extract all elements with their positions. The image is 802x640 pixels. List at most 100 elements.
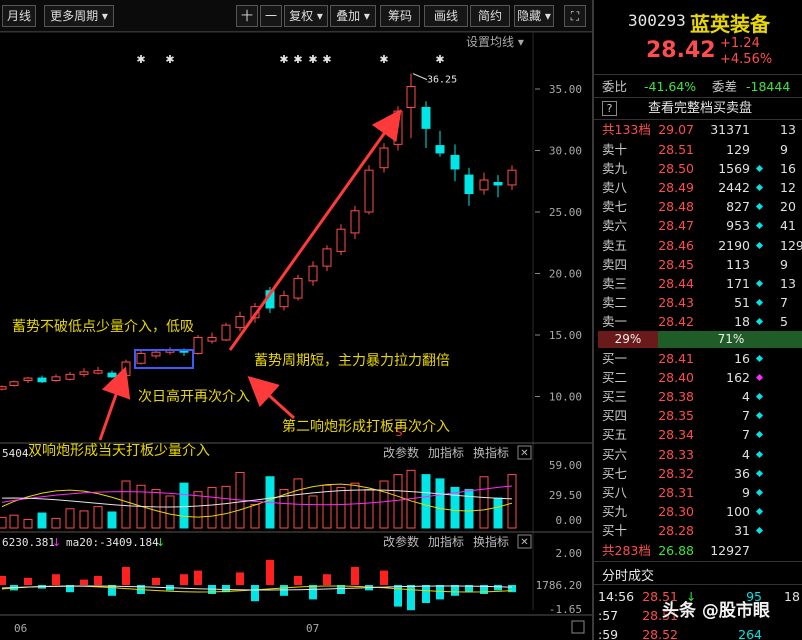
y-tick-label: 10.00 [549, 391, 582, 404]
candle-body [379, 147, 389, 169]
bid-row[interactable]: 买八 28.31 9 [594, 483, 802, 502]
ma-setting-label[interactable]: 设置均线 ▾ [466, 35, 524, 49]
bid-row[interactable]: 买四 28.35 7 [594, 406, 802, 425]
bid-row[interactable]: 买七 28.32 36 [594, 464, 802, 483]
ask-row[interactable]: 卖八 28.49 2442 12 [594, 178, 802, 197]
vol-pane-button[interactable]: 改参数 [383, 445, 419, 460]
bid-volume: 9 [742, 484, 750, 500]
toolbar-button-1[interactable]: 更多周期 ▾ [44, 5, 114, 27]
ask-row[interactable]: 卖十 28.51 129 9 [594, 140, 802, 159]
bid-row[interactable]: 买六 28.33 4 [594, 445, 802, 464]
signal-mark: ✱ [165, 53, 174, 66]
macd-down-arrow: ↓ [52, 536, 61, 549]
bid-row[interactable]: 买五 28.34 7 [594, 425, 802, 444]
toolbar-button-2[interactable]: 十 [236, 5, 258, 27]
macd-bar [309, 585, 317, 600]
ask-volume: 18 [734, 313, 750, 329]
bid-price: 28.32 [658, 465, 694, 481]
change-dot-icon [755, 354, 764, 363]
candle-body [65, 373, 75, 380]
stock-change: +1.24 [720, 36, 760, 51]
toolbar-button-6[interactable]: 筹码 [380, 5, 420, 27]
volume-bar [379, 480, 389, 529]
change-dot-icon [755, 374, 764, 382]
bid-row[interactable]: 买一 28.41 16 [594, 349, 802, 368]
macd-bar [436, 585, 444, 600]
bid-row[interactable]: 买十 28.28 31 [594, 521, 802, 540]
candle-body [450, 154, 460, 170]
scroll-icon[interactable] [571, 620, 585, 634]
change-dot-icon [755, 469, 764, 477]
bid-row[interactable]: 买二 28.40 162 [594, 368, 802, 387]
ask-row[interactable]: 卖五 28.46 2190 129 [594, 236, 802, 255]
bid-label: 买八 [602, 484, 628, 500]
ask-row[interactable]: 卖七 28.48 827 20 [594, 197, 802, 216]
ask-volume: 2442 [718, 180, 750, 196]
ask-row[interactable]: 卖四 28.45 113 9 [594, 255, 802, 274]
annotation-2: 次日高开再次介入 [138, 388, 250, 405]
ask-ext: 13 [780, 275, 796, 291]
candle-body [136, 352, 146, 364]
full-depth-link[interactable]: 查看完整档买卖盘 [648, 99, 752, 118]
ask-row[interactable]: 卖六 28.47 953 41 [594, 216, 802, 235]
ask-ext: 41 [780, 218, 796, 234]
bid-row[interactable]: 买九 28.30 100 [594, 502, 802, 521]
macd-bar [323, 574, 331, 585]
bid-volume: 36 [734, 465, 750, 481]
candle-body [293, 277, 303, 299]
vol-pane-button[interactable]: 换指标 [473, 445, 509, 460]
annotation-3: 蓄势周期短，主力暴力拉力翻倍 [254, 353, 450, 369]
change-dot-icon [755, 431, 764, 439]
toolbar-button-8[interactable]: 简约 [470, 5, 510, 27]
bid-label: 买十 [602, 522, 628, 538]
candle-body [9, 381, 19, 386]
candle-body [193, 336, 203, 354]
toolbar-button-7[interactable]: 画线 [424, 5, 468, 27]
toolbar-button-0[interactable]: 月线 [2, 5, 36, 27]
candle-body [507, 169, 517, 186]
bid-row[interactable]: 买三 28.38 4 [594, 387, 802, 406]
vol-pane-button[interactable]: 加指标 [428, 445, 464, 460]
y-tick-label: 20.00 [549, 268, 582, 281]
candle-body [151, 351, 161, 357]
macd-close-glyph: ✕ [520, 537, 528, 548]
change-dot-icon [755, 526, 764, 534]
ask-ext: 7 [780, 294, 788, 310]
ask-price: 28.48 [658, 199, 694, 215]
volume-bar [421, 474, 431, 529]
candle-body [322, 248, 332, 267]
toolbar-button-5[interactable]: 叠加 ▾ [330, 5, 376, 27]
ask-row[interactable]: 卖二 28.43 51 7 [594, 293, 802, 312]
fullscreen-icon[interactable]: ⛶ [564, 5, 586, 27]
toolbar-button-9[interactable]: 隐藏 ▾ [514, 5, 554, 27]
ticks-title[interactable]: 分时成交 [602, 565, 654, 584]
ratio-right: 71% [658, 331, 802, 348]
change-dot-icon [755, 507, 764, 515]
toolbar-button-4[interactable]: 复权 ▾ [284, 5, 328, 27]
candle-body [479, 179, 489, 191]
vol-y-tick: 0.00 [556, 514, 583, 527]
watermark: 头条 @股市眼 [662, 601, 770, 621]
macd-bar [294, 576, 302, 585]
volume-bar [479, 476, 489, 529]
ask-row[interactable]: 卖三 28.44 171 13 [594, 274, 802, 293]
bid-volume: 16 [734, 351, 750, 366]
signal-mark: ✱ [136, 53, 145, 66]
macd-pane-button[interactable]: 改参数 [383, 534, 419, 549]
candle-body [51, 376, 61, 382]
bid-label: 买四 [602, 408, 628, 424]
help-icon[interactable]: ? [602, 101, 617, 116]
ask-label: 卖五 [602, 237, 628, 253]
stock-name: 蓝英装备 [690, 12, 770, 36]
candle-body [435, 145, 445, 154]
candle-body [0, 386, 7, 390]
macd-pane-button[interactable]: 换指标 [473, 534, 509, 549]
ask-row[interactable]: 卖九 28.50 1569 16 [594, 159, 802, 178]
ask-price: 28.47 [658, 218, 694, 234]
ask-row[interactable]: 卖一 28.42 18 5 [594, 312, 802, 331]
full-depth-row[interactable]: ? 查看完整档买卖盘 [594, 99, 802, 118]
macd-pane-button[interactable]: 加指标 [428, 534, 464, 549]
toolbar-button-3[interactable]: 一 [260, 5, 282, 27]
volume-bar [121, 480, 131, 529]
macd-bar [407, 585, 415, 611]
